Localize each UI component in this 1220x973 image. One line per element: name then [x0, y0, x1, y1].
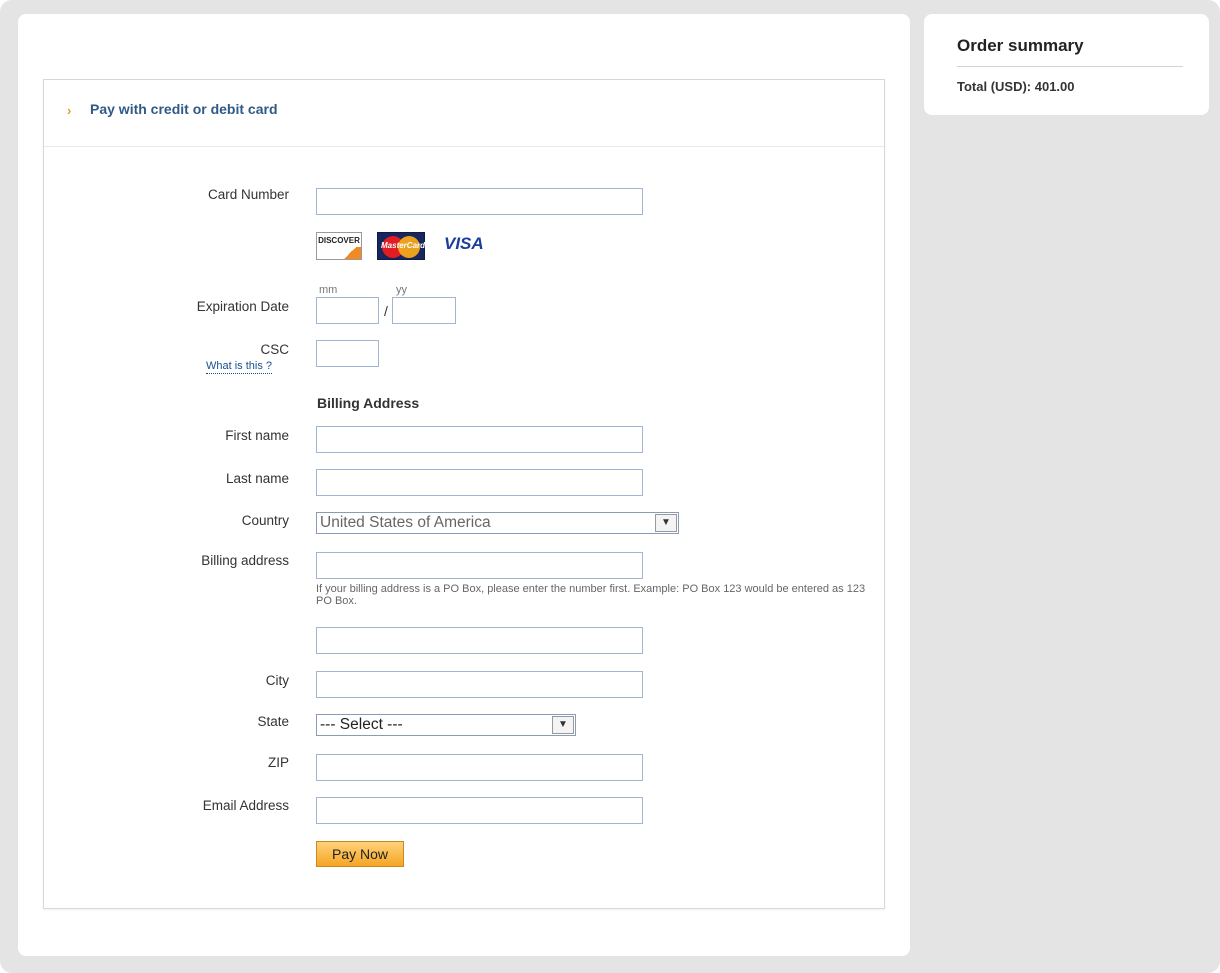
csc-help-link[interactable]: What is this ? [206, 360, 273, 374]
email-address-label: Email Address [202, 798, 289, 813]
last-name-input[interactable] [316, 469, 643, 496]
expiration-date-label: Expiration Date [196, 299, 289, 314]
discover-card-text: DISCOVER [318, 236, 360, 245]
chevron-down-icon[interactable]: ▼ [655, 514, 677, 532]
state-selected-value: --- Select --- [320, 716, 403, 733]
country-selected-value: United States of America [320, 514, 491, 531]
discover-card-icon: DISCOVER [316, 232, 362, 260]
card-number-label: Card Number [207, 187, 289, 202]
card-number-input[interactable] [316, 188, 643, 215]
country-label: Country [241, 513, 289, 528]
city-label: City [265, 673, 289, 688]
zip-input[interactable] [316, 754, 643, 781]
expiration-year-input[interactable] [392, 297, 456, 324]
order-total: Total (USD): 401.00 [957, 79, 1075, 94]
pay-with-card-heading[interactable]: Pay with credit or debit card [90, 101, 278, 117]
page-background: › Pay with credit or debit card Card Num… [0, 0, 1220, 973]
expiration-month-input[interactable] [316, 297, 379, 324]
mastercard-text: MasterCard [381, 241, 426, 250]
date-separator: / [384, 303, 388, 319]
billing-address-line2-input[interactable] [316, 627, 643, 654]
order-summary-panel: Order summary Total (USD): 401.00 [924, 14, 1209, 115]
first-name-label: First name [225, 428, 289, 443]
billing-address-line1-input[interactable] [316, 552, 643, 579]
state-label: State [257, 714, 289, 729]
city-input[interactable] [316, 671, 643, 698]
csc-label: CSC [260, 342, 289, 357]
order-summary-title: Order summary [957, 36, 1183, 67]
first-name-input[interactable] [316, 426, 643, 453]
billing-address-heading: Billing Address [317, 395, 420, 411]
last-name-label: Last name [225, 471, 289, 486]
visa-icon: VISA [444, 234, 484, 253]
chevron-down-icon[interactable]: ▼ [552, 716, 574, 734]
payment-panel: › Pay with credit or debit card Card Num… [18, 14, 910, 956]
pay-now-button[interactable]: Pay Now [316, 841, 404, 867]
billing-address-help-text: If your billing address is a PO Box, ple… [316, 583, 866, 607]
payment-form: › Pay with credit or debit card Card Num… [43, 79, 885, 909]
mm-label: mm [319, 284, 338, 296]
csc-input[interactable] [316, 340, 379, 367]
state-select[interactable]: --- Select --- ▼ [316, 714, 576, 736]
billing-address-label: Billing address [201, 553, 289, 568]
country-select[interactable]: United States of America ▼ [316, 512, 679, 534]
yy-label: yy [396, 284, 407, 296]
form-header: › Pay with credit or debit card [44, 80, 884, 147]
zip-label: ZIP [267, 755, 289, 770]
email-address-input[interactable] [316, 797, 643, 824]
chevron-right-icon: › [67, 103, 72, 118]
mastercard-icon: MasterCard [377, 232, 425, 260]
